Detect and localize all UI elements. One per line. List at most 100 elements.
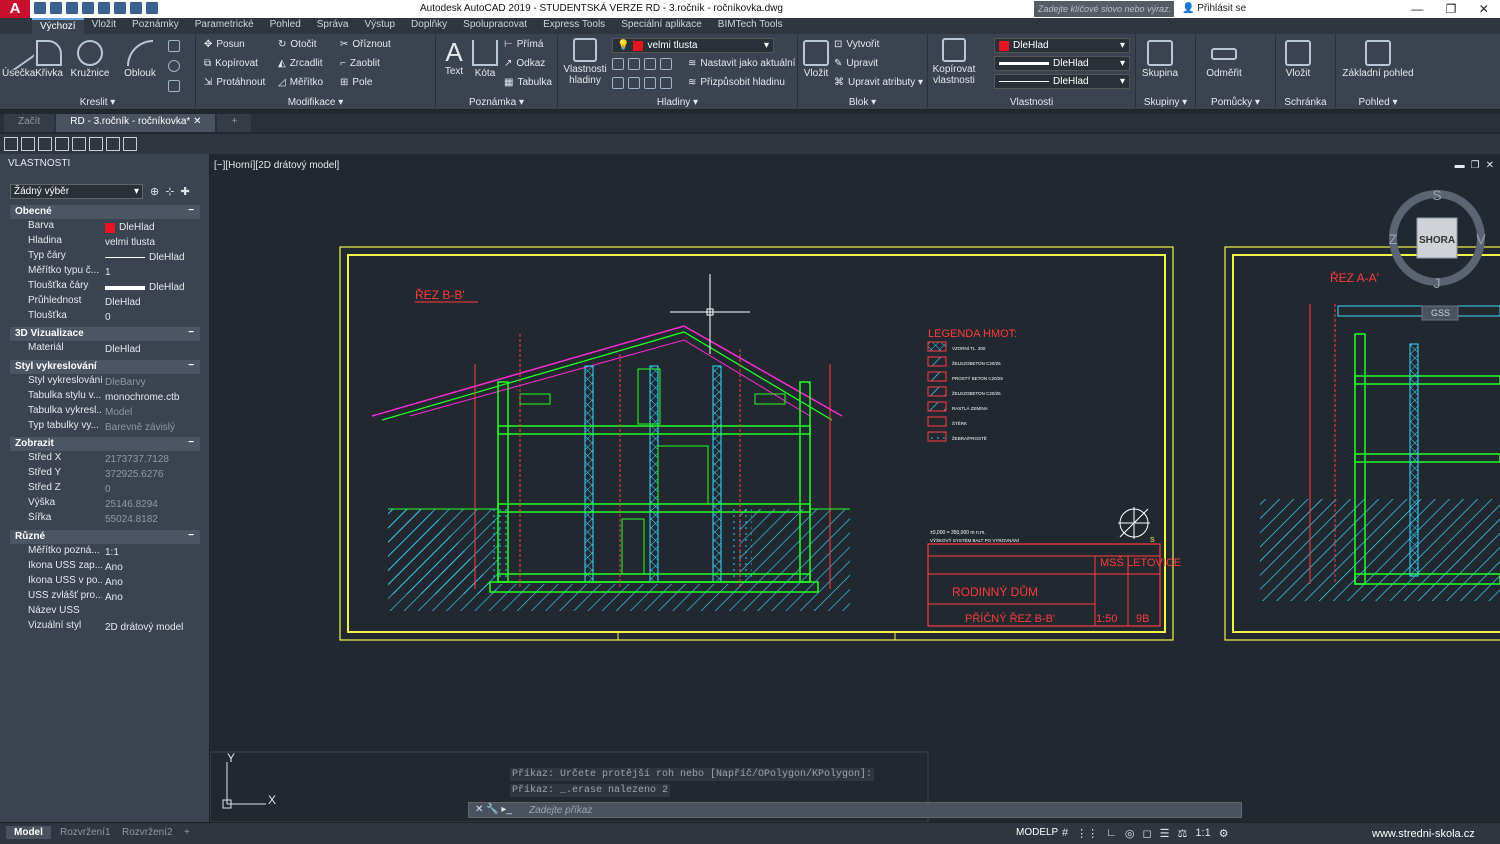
tool-icon[interactable] xyxy=(4,137,18,151)
panel-hladiny-label[interactable]: Hladiny ▾ xyxy=(558,97,797,108)
panel-skupiny-label[interactable]: Skupiny ▾ xyxy=(1136,97,1195,108)
linetype-dropdown[interactable]: DleHlad ▾ xyxy=(994,74,1130,89)
move-button[interactable]: ✥ Posun xyxy=(204,39,245,50)
prop-row[interactable]: Typ tabulky vy... Barevně závislý xyxy=(10,420,200,435)
stretch-button[interactable]: ⇲ Protáhnout xyxy=(204,77,265,88)
add-layout-button[interactable]: + xyxy=(176,826,198,839)
prop-row[interactable]: Ikona USS zap... Ano xyxy=(10,560,200,575)
tool-icon[interactable] xyxy=(89,137,103,151)
panel-schranka-label[interactable]: Schránka xyxy=(1276,97,1335,108)
toggle-pickadd-icon[interactable]: ✚ xyxy=(180,185,189,198)
prop-row[interactable]: Barva DleHlad xyxy=(10,220,200,235)
panel-pohled-label[interactable]: Pohled ▾ xyxy=(1336,97,1420,108)
quick-select-icon[interactable]: ⊕ xyxy=(150,185,159,198)
redo-icon[interactable] xyxy=(146,2,158,14)
prop-row[interactable]: Tloušťka 0 xyxy=(10,310,200,325)
prop-row[interactable]: Název USS xyxy=(10,605,200,620)
group-button[interactable]: Skupina xyxy=(1140,40,1180,79)
section-zobrazit[interactable]: Zobrazit − xyxy=(10,437,200,451)
panel-modifikace-label[interactable]: Modifikace ▾ xyxy=(196,97,435,108)
layer-tool-icon[interactable] xyxy=(628,77,640,89)
section-styl-vykreslovani[interactable]: Styl vykreslování − xyxy=(10,360,200,374)
polar-icon[interactable]: ◎ xyxy=(1125,827,1135,840)
tab-express-tools[interactable]: Express Tools xyxy=(535,18,613,34)
prop-row[interactable]: Styl vykreslování DleBarvy xyxy=(10,375,200,390)
array-button[interactable]: ⊞ Pole xyxy=(340,77,372,88)
viewcube-west[interactable]: Z xyxy=(1389,231,1398,247)
edit-attributes-button[interactable]: ⌘ Upravit atributy ▾ xyxy=(834,77,923,88)
prop-row[interactable]: Typ čáry DleHlad xyxy=(10,250,200,265)
polyline-button[interactable]: Křivka xyxy=(34,40,64,79)
annotation-scale[interactable]: 1:1 xyxy=(1195,827,1210,840)
prop-row[interactable]: Tloušťka čáry DleHlad xyxy=(10,280,200,295)
layer-tool-icon[interactable] xyxy=(660,77,672,89)
tab-specialni-aplikace[interactable]: Speciální aplikace xyxy=(613,18,710,34)
undo-icon[interactable] xyxy=(130,2,142,14)
layer-tool-icon[interactable] xyxy=(628,58,640,70)
prop-row[interactable]: Měřítko typu č... 1 xyxy=(10,265,200,280)
command-input[interactable]: ✕ 🔧 ▸_ Zadejte příkaz xyxy=(468,802,1242,818)
measure-button[interactable]: Odměřit xyxy=(1202,40,1246,79)
prop-row[interactable]: Tabulka stylu v... monochrome.ctb xyxy=(10,390,200,405)
tab-vystup[interactable]: Výstup xyxy=(356,18,403,34)
tab-zacit[interactable]: Začít xyxy=(4,114,55,132)
prop-row[interactable]: Vizuální styl 2D drátový model xyxy=(10,620,200,635)
prop-row[interactable]: Měřítko pozná... 1:1 xyxy=(10,545,200,560)
minimize-button[interactable]: — xyxy=(1411,0,1423,18)
edit-block-button[interactable]: ✎ Upravit xyxy=(834,58,878,69)
settings-icon[interactable]: ⚙ xyxy=(1219,827,1229,840)
ortho-icon[interactable]: ∟ xyxy=(1106,827,1117,840)
tab-vlozit[interactable]: Vložit xyxy=(84,18,124,34)
panel-blok-label[interactable]: Blok ▾ xyxy=(798,97,927,108)
trim-button[interactable]: ✂ Oříznout xyxy=(340,39,391,50)
tab-layout2[interactable]: Rozvržení2 xyxy=(114,826,181,839)
paste-button[interactable]: Vložit xyxy=(1280,40,1316,79)
new-file-icon[interactable] xyxy=(34,2,46,14)
layer-properties-button[interactable]: Vlastnosti hladiny xyxy=(562,38,608,86)
prop-row[interactable]: Šířka 55024.8182 xyxy=(10,512,200,527)
table-button[interactable]: ▦ Tabulka xyxy=(504,77,552,88)
prop-row[interactable]: Střed X 2173737.7128 xyxy=(10,452,200,467)
drawing-canvas[interactable]: [−][Horní][2D drátový model] ▬ ❐ ✕ ŘEZ B… xyxy=(210,154,1500,822)
tab-drawing[interactable]: RD - 3.ročník - ročníkovka* ✕ xyxy=(56,114,216,132)
tool-icon[interactable] xyxy=(72,137,86,151)
base-view-button[interactable]: Základní pohled xyxy=(1340,40,1416,79)
text-button[interactable]: A Text xyxy=(440,38,468,77)
hatch-button[interactable] xyxy=(168,80,180,92)
linear-dim-button[interactable]: ⊢ Přímá xyxy=(504,39,543,50)
tab-doplnky[interactable]: Doplňky xyxy=(403,18,455,34)
prop-row[interactable]: Materiál DleHlad xyxy=(10,342,200,357)
tool-icon[interactable] xyxy=(106,137,120,151)
save-icon[interactable] xyxy=(66,2,78,14)
set-current-button[interactable]: ≋ Nastavit jako aktuální xyxy=(688,58,795,69)
layer-tool-icon[interactable] xyxy=(612,58,624,70)
lineweight-dropdown[interactable]: DleHlad ▾ xyxy=(994,56,1130,71)
line-button[interactable]: Úsečka xyxy=(0,34,35,79)
fillet-button[interactable]: ⌐ Zaoblit xyxy=(340,58,380,69)
panel-pomucky-label[interactable]: Pomůcky ▾ xyxy=(1196,97,1275,108)
prop-row[interactable]: Střed Y 372925.6276 xyxy=(10,467,200,482)
tab-sprava[interactable]: Správa xyxy=(309,18,357,34)
prop-row[interactable]: Výška 25146.8294 xyxy=(10,497,200,512)
close-button[interactable]: ✕ xyxy=(1479,0,1489,18)
tool-icon[interactable] xyxy=(21,137,35,151)
section-3d-vizualizace[interactable]: 3D Vizualizace − xyxy=(10,327,200,341)
tab-spolupracovat[interactable]: Spolupracovat xyxy=(455,18,535,34)
rectangle-button[interactable] xyxy=(168,40,180,52)
tab-model[interactable]: Model xyxy=(6,826,51,839)
mirror-button[interactable]: ◭ Zrcadlit xyxy=(278,58,323,69)
prop-row[interactable]: USS zvlášť pro... Ano xyxy=(10,590,200,605)
rotate-button[interactable]: ↻ Otočit xyxy=(278,39,317,50)
tab-parametricke[interactable]: Parametrické xyxy=(187,18,262,34)
prop-row[interactable]: Ikona USS v po... Ano xyxy=(10,575,200,590)
match-layer-button[interactable]: ≋ Přizpůsobit hladinu xyxy=(688,77,785,88)
layer-tool-icon[interactable] xyxy=(660,58,672,70)
circle-button[interactable]: Kružnice xyxy=(68,40,112,79)
layer-tool-icon[interactable] xyxy=(644,58,656,70)
maximize-button[interactable]: ❐ xyxy=(1446,0,1457,18)
create-block-button[interactable]: ⊡ Vytvořit xyxy=(834,39,879,50)
prop-row[interactable]: Hladina velmi tlusta xyxy=(10,235,200,250)
prop-row[interactable]: Tabulka vykresl... Model xyxy=(10,405,200,420)
section-obecne[interactable]: Obecné − xyxy=(10,205,200,219)
dimension-button[interactable]: Kóta xyxy=(470,40,500,79)
